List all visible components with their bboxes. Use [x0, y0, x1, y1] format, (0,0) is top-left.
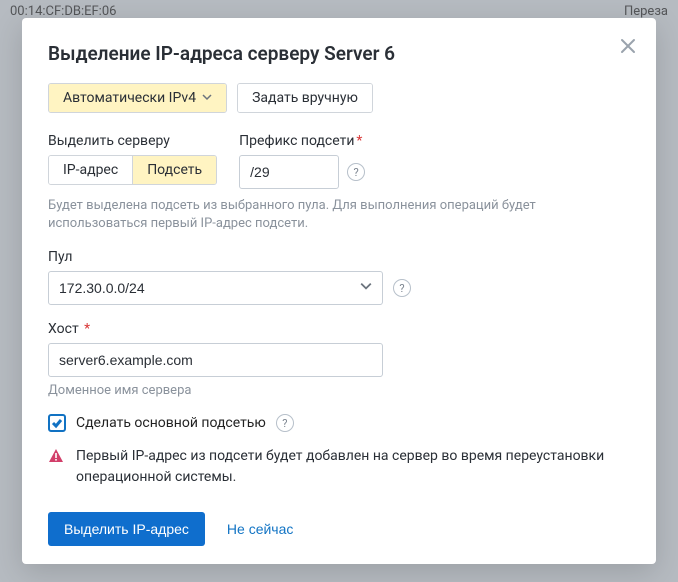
alloc-label: Выделить серверу: [48, 133, 217, 149]
host-input[interactable]: [48, 343, 383, 377]
required-asterisk: *: [84, 321, 90, 337]
mode-auto-label: Автоматически IPv4: [63, 90, 196, 106]
close-button[interactable]: [618, 36, 638, 60]
warning-icon: [48, 448, 64, 468]
close-icon: [618, 44, 638, 60]
alloc-ip-label: IP-адрес: [63, 162, 118, 178]
help-icon[interactable]: ?: [347, 163, 365, 181]
primary-subnet-label: Сделать основной подсетью: [76, 415, 266, 431]
prefix-input[interactable]: [239, 155, 339, 189]
mode-manual-button[interactable]: Задать вручную: [237, 83, 373, 113]
subnet-hint: Будет выделена подсеть из выбранного пул…: [48, 197, 630, 233]
submit-button[interactable]: Выделить IP-адрес: [48, 512, 205, 546]
pool-select[interactable]: 172.30.0.0/24: [48, 271, 383, 305]
help-icon[interactable]: ?: [393, 279, 411, 297]
check-icon: [51, 417, 63, 429]
warning-text: Первый IP-адрес из подсети будет добавле…: [76, 446, 630, 488]
alloc-subnet-option[interactable]: Подсеть: [132, 156, 216, 184]
mode-manual-label: Задать вручную: [252, 90, 358, 106]
allocate-ip-modal: Выделение IP-адреса серверу Server 6 Авт…: [22, 18, 656, 564]
pool-label: Пул: [48, 249, 630, 265]
alloc-subnet-label: Подсеть: [147, 162, 202, 178]
required-asterisk: *: [356, 133, 362, 149]
alloc-ip-option[interactable]: IP-адрес: [49, 156, 132, 184]
prefix-label: Префикс подсети*: [239, 133, 365, 149]
chevron-down-icon: [202, 90, 212, 106]
mode-auto-button[interactable]: Автоматически IPv4: [48, 83, 227, 113]
host-label: Хост *: [48, 321, 630, 337]
help-icon[interactable]: ?: [276, 414, 294, 432]
primary-subnet-checkbox[interactable]: [48, 414, 66, 432]
host-hint: Доменное имя сервера: [48, 383, 630, 398]
modal-title: Выделение IP-адреса серверу Server 6: [48, 42, 630, 65]
prefix-label-text: Префикс подсети: [239, 133, 354, 149]
cancel-button[interactable]: Не сейчас: [227, 521, 293, 537]
host-label-text: Хост: [48, 321, 79, 337]
